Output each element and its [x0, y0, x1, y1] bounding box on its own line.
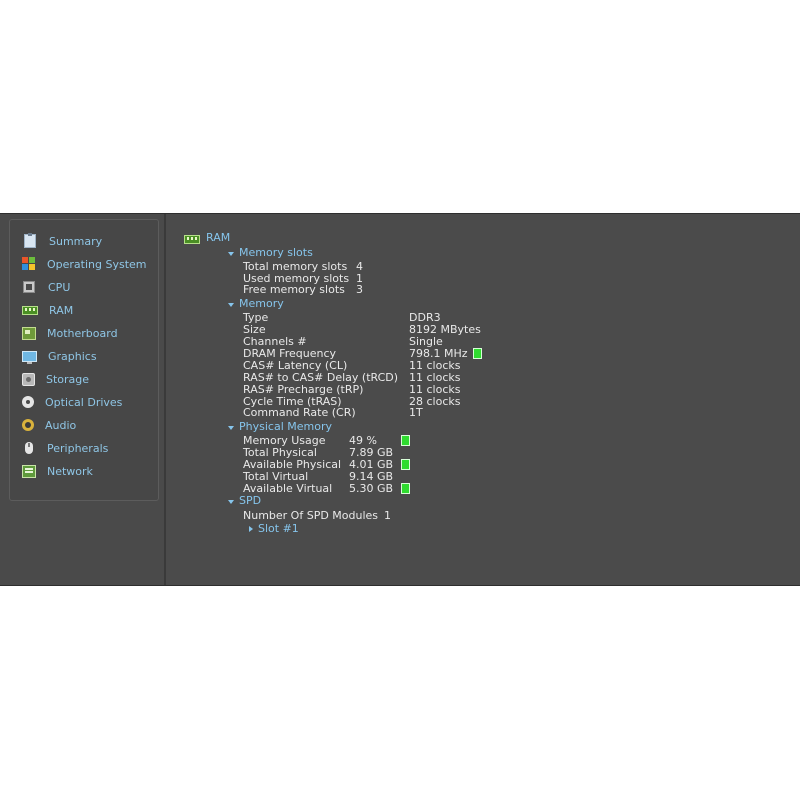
sidebar-item-cpu[interactable]: CPU	[22, 278, 70, 296]
mouse-icon	[25, 442, 33, 454]
section-header-spd[interactable]: SPD	[239, 494, 261, 507]
collapse-caret-icon[interactable]	[228, 303, 234, 307]
sidebar-item-label: Motherboard	[47, 326, 118, 340]
page-title: RAM	[206, 231, 231, 244]
sidebar-item-motherboard[interactable]: Motherboard	[22, 324, 118, 342]
available-virtual-indicator-icon[interactable]	[401, 483, 410, 494]
field-value: 5.30 GB	[349, 482, 394, 495]
sidebar-item-label: CPU	[48, 280, 71, 294]
sidebar-item-graphics[interactable]: Graphics	[22, 347, 97, 365]
hard-drive-icon	[22, 372, 35, 386]
sidebar-item-summary[interactable]: Summary	[22, 232, 102, 250]
sidebar-item-peripherals[interactable]: Peripherals	[22, 439, 108, 457]
sidebar-item-label: Network	[47, 464, 93, 478]
sidebar: Summary Operating System CPU RAM Motherb…	[0, 214, 166, 585]
sidebar-item-operating-system[interactable]: Operating System	[22, 255, 147, 273]
network-card-icon	[22, 464, 36, 478]
monitor-icon	[22, 350, 37, 364]
field-value: 3	[356, 283, 363, 296]
optical-disc-icon	[22, 396, 34, 408]
sidebar-item-network[interactable]: Network	[22, 462, 93, 480]
available-physical-indicator-icon[interactable]	[401, 459, 410, 470]
expand-caret-icon[interactable]	[249, 526, 253, 532]
sidebar-item-label: RAM	[49, 303, 74, 317]
sidebar-item-ram[interactable]: RAM	[22, 301, 73, 319]
collapse-caret-icon[interactable]	[228, 426, 234, 430]
ram-module-icon	[22, 305, 38, 315]
field-value: 1T	[409, 406, 423, 419]
sidebar-item-audio[interactable]: Audio	[22, 416, 76, 434]
collapse-caret-icon[interactable]	[228, 500, 234, 504]
motherboard-icon	[22, 326, 36, 340]
cpu-chip-icon	[23, 281, 35, 293]
field-label: Command Rate (CR)	[243, 406, 356, 419]
sidebar-item-label: Audio	[45, 418, 77, 432]
sidebar-item-label: Peripherals	[47, 441, 109, 455]
sidebar-item-label: Graphics	[48, 349, 97, 363]
summary-icon	[24, 233, 36, 248]
nav-panel: Summary Operating System CPU RAM Motherb…	[9, 219, 159, 501]
usage-indicator-icon[interactable]	[401, 435, 410, 446]
detail-panel: RAM Memory slots Total memory slots 4 Us…	[171, 214, 800, 585]
frequency-indicator-icon[interactable]	[473, 348, 482, 359]
slot-1-node[interactable]: Slot #1	[258, 522, 299, 535]
sidebar-item-optical-drives[interactable]: Optical Drives	[22, 393, 122, 411]
section-header-memory[interactable]: Memory	[239, 297, 284, 310]
sidebar-item-label: Summary	[49, 234, 103, 248]
field-value: 1	[384, 509, 391, 522]
ram-module-icon	[184, 235, 200, 244]
sidebar-item-label: Operating System	[47, 257, 147, 271]
field-label: Number Of SPD Modules	[243, 509, 379, 522]
speccy-window: Summary Operating System CPU RAM Motherb…	[0, 213, 800, 586]
sidebar-item-label: Storage	[46, 372, 90, 386]
field-label: Free memory slots	[243, 283, 345, 296]
section-header-memory-slots[interactable]: Memory slots	[239, 246, 313, 259]
speaker-icon	[22, 419, 34, 431]
sidebar-item-storage[interactable]: Storage	[22, 370, 89, 388]
sidebar-item-label: Optical Drives	[45, 395, 123, 409]
section-header-physical-memory[interactable]: Physical Memory	[239, 420, 332, 433]
collapse-caret-icon[interactable]	[228, 252, 234, 256]
windows-logo-icon	[22, 257, 36, 271]
